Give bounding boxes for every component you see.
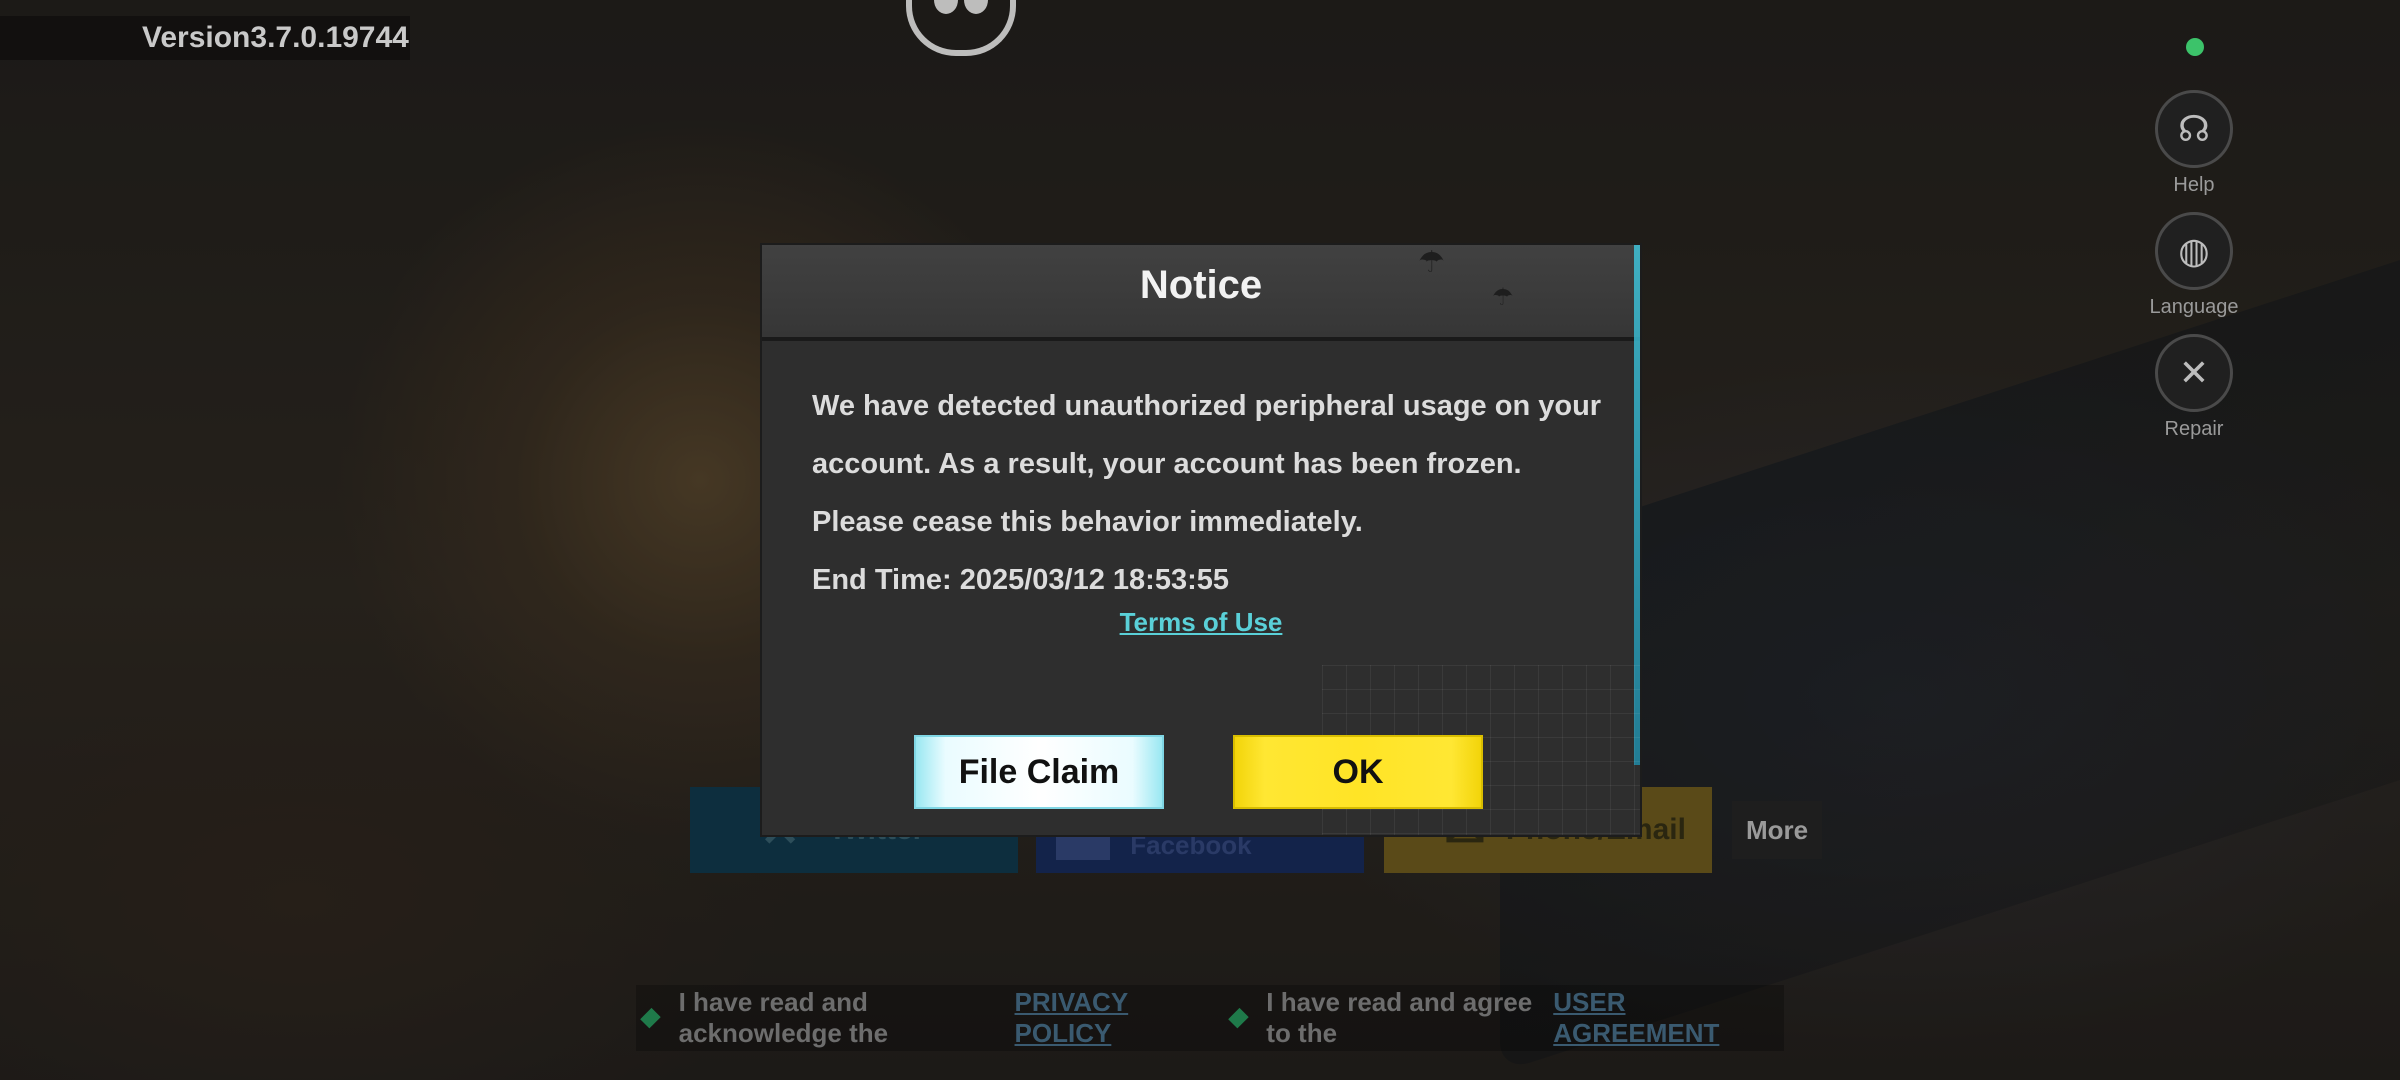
terms-of-use-label[interactable]: Terms of Use	[1120, 607, 1283, 637]
notice-dialog: ☂ ☂ Notice We have detected unauthorized…	[762, 245, 1640, 835]
connection-status-dot	[2186, 38, 2204, 56]
ok-button[interactable]: OK	[1233, 735, 1483, 809]
repair-label: Repair	[2164, 418, 2224, 440]
repair-button[interactable]: ✕ Repair	[2154, 334, 2234, 441]
privacy-checkbox[interactable]	[640, 1007, 661, 1029]
user-agreement-text: I have read and agree to the	[1266, 987, 1533, 1048]
file-claim-button[interactable]: File Claim	[914, 735, 1164, 809]
language-button[interactable]: ◍ Language	[2150, 212, 2238, 319]
privacy-text: I have read and acknowledge the	[678, 987, 889, 1048]
logo-eye-left	[934, 0, 958, 14]
user-agreement-checkbox[interactable]	[1227, 1007, 1249, 1029]
agreement-bar: I have read and acknowledge the PRIVACY …	[636, 985, 1784, 1051]
logo-eye-right	[964, 0, 988, 14]
terms-of-use-link: Terms of Use	[762, 607, 1640, 638]
globe-icon: ◍	[2155, 212, 2233, 290]
version-label: Version3.7.0.19744	[0, 16, 410, 60]
headset-icon: ☊	[2155, 90, 2233, 168]
user-agreement-link[interactable]: USER AGREEMENT	[1553, 987, 1746, 1049]
help-label: Help	[2173, 174, 2215, 196]
end-time-text: End Time: 2025/03/12 18:53:55	[812, 564, 1229, 596]
language-label: Language	[2149, 296, 2239, 318]
help-button[interactable]: ☊ Help	[2154, 90, 2234, 197]
dialog-title: Notice	[1139, 263, 1263, 307]
wrench-icon: ✕	[2155, 334, 2233, 412]
privacy-policy-link[interactable]: PRIVACY POLICY	[1015, 987, 1186, 1049]
more-login-button[interactable]: More	[1732, 801, 1822, 859]
dialog-message: We have detected unauthorized peripheral…	[812, 390, 1602, 538]
dialog-body: We have detected unauthorized peripheral…	[812, 377, 1602, 609]
